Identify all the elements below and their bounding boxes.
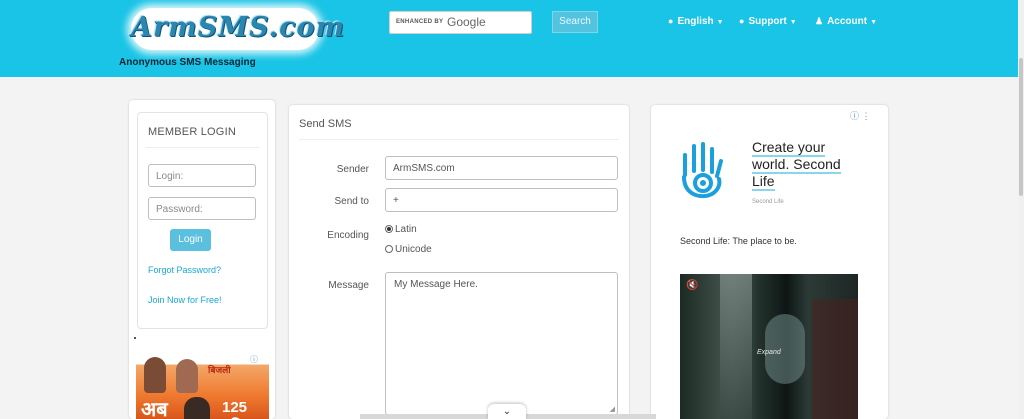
second-life-hand-logo [682,142,723,199]
send-sms-title: Send SMS [299,118,352,130]
google-search-input[interactable]: ENHANCED BY Google [389,11,532,34]
resize-handle-icon[interactable]: ◢ [610,405,615,413]
user-icon: ♟ [815,16,824,26]
ad-video[interactable]: 🔇 Expand [680,274,858,419]
message-text: My Message Here. [394,279,478,290]
ad-person-image [176,359,198,393]
caret-down-icon: ▼ [789,19,797,26]
radio-selected-icon [385,225,393,233]
video-frame-shape [812,299,858,419]
send-to-input[interactable]: + [385,188,618,212]
ad-info-icon[interactable]: ⓘ ⋮ [850,109,871,122]
login-input[interactable]: Login: [148,164,256,187]
nav-support-dropdown[interactable]: ● Support ▼ [739,16,797,27]
encoding-unicode-radio[interactable]: Unicode [385,244,432,255]
divider [146,147,260,148]
site-logo[interactable]: ArmSMS.com [131,8,346,50]
site-header: ArmSMS.com Anonymous SMS Messaging ENHAN… [0,0,1018,77]
login-button[interactable]: Login [170,229,211,251]
nav-support-label: Support [748,16,787,27]
send-sms-panel: Send SMS Sender ArmSMS.com Send to + Enc… [289,105,629,419]
chat-bubble-icon: ● [668,16,674,26]
radio-unselected-icon [385,245,393,253]
ad-info-icon[interactable]: ⓘ [250,354,258,365]
radio-label: Unicode [395,244,432,255]
ad-person-image [184,397,210,419]
nav-account-label: Account [827,16,868,27]
ad-text: अब [141,399,168,419]
right-advertisement[interactable]: ⓘ ⋮ Create your world. Second Life Secon… [651,105,888,419]
google-label: Google [447,15,486,29]
ad-text: बिजली [208,365,231,375]
caret-down-icon: ▼ [716,19,724,26]
member-login-title: MEMBER LOGIN [148,126,236,138]
page-scrollbar[interactable] [1018,0,1024,419]
ad-marker [134,337,136,339]
sender-input[interactable]: ArmSMS.com [385,156,618,180]
message-textarea[interactable]: My Message Here. ◢ [385,272,618,415]
ad-description: Second Life: The place to be. [680,236,797,246]
search-button[interactable]: Search [552,11,598,33]
divider [299,139,619,140]
ad-text: 125 यूनिट [222,399,250,419]
message-label: Message [328,280,369,291]
scrollbar-thumb[interactable] [1019,58,1023,196]
video-frame-shape [720,274,752,419]
nav-account-dropdown[interactable]: ♟ Account ▼ [815,16,877,27]
ad-headline-line: Create your [752,139,826,157]
mute-icon[interactable]: 🔇 [686,280,698,291]
ad-person-image [144,357,166,393]
video-caption: Expand [757,349,781,356]
ad-headline-line: Life [752,173,775,191]
left-advertisement[interactable]: बिजली ⓘ अब 125 यूनिट [136,351,269,419]
logo-text: ArmSMS.com [131,12,346,43]
login-box: MEMBER LOGIN Login: Password: Login Forg… [137,112,268,329]
encoding-label: Encoding [327,230,369,241]
encoding-latin-radio[interactable]: Latin [385,224,417,235]
site-tagline: Anonymous SMS Messaging [119,57,256,68]
caret-down-icon: ▼ [870,19,878,26]
sender-label: Sender [336,164,369,175]
forgot-password-link[interactable]: Forgot Password? [148,265,221,275]
send-to-label: Send to [334,196,369,207]
chat-bubble-icon: ● [739,16,745,26]
nav-language-label: English [677,16,714,27]
radio-label: Latin [395,224,417,235]
ad-headline: Create your world. Second Life [752,139,872,191]
password-input[interactable]: Password: [148,197,256,220]
join-now-link[interactable]: Join Now for Free! [148,295,222,305]
ad-brand: Second Life [752,199,784,205]
nav-language-dropdown[interactable]: ● English ▼ [668,16,724,27]
ad-headline-line: world. Second [752,156,841,174]
enhanced-by-label: ENHANCED BY [396,19,444,25]
scroll-down-chevron-icon[interactable]: ⌄ [488,404,526,419]
